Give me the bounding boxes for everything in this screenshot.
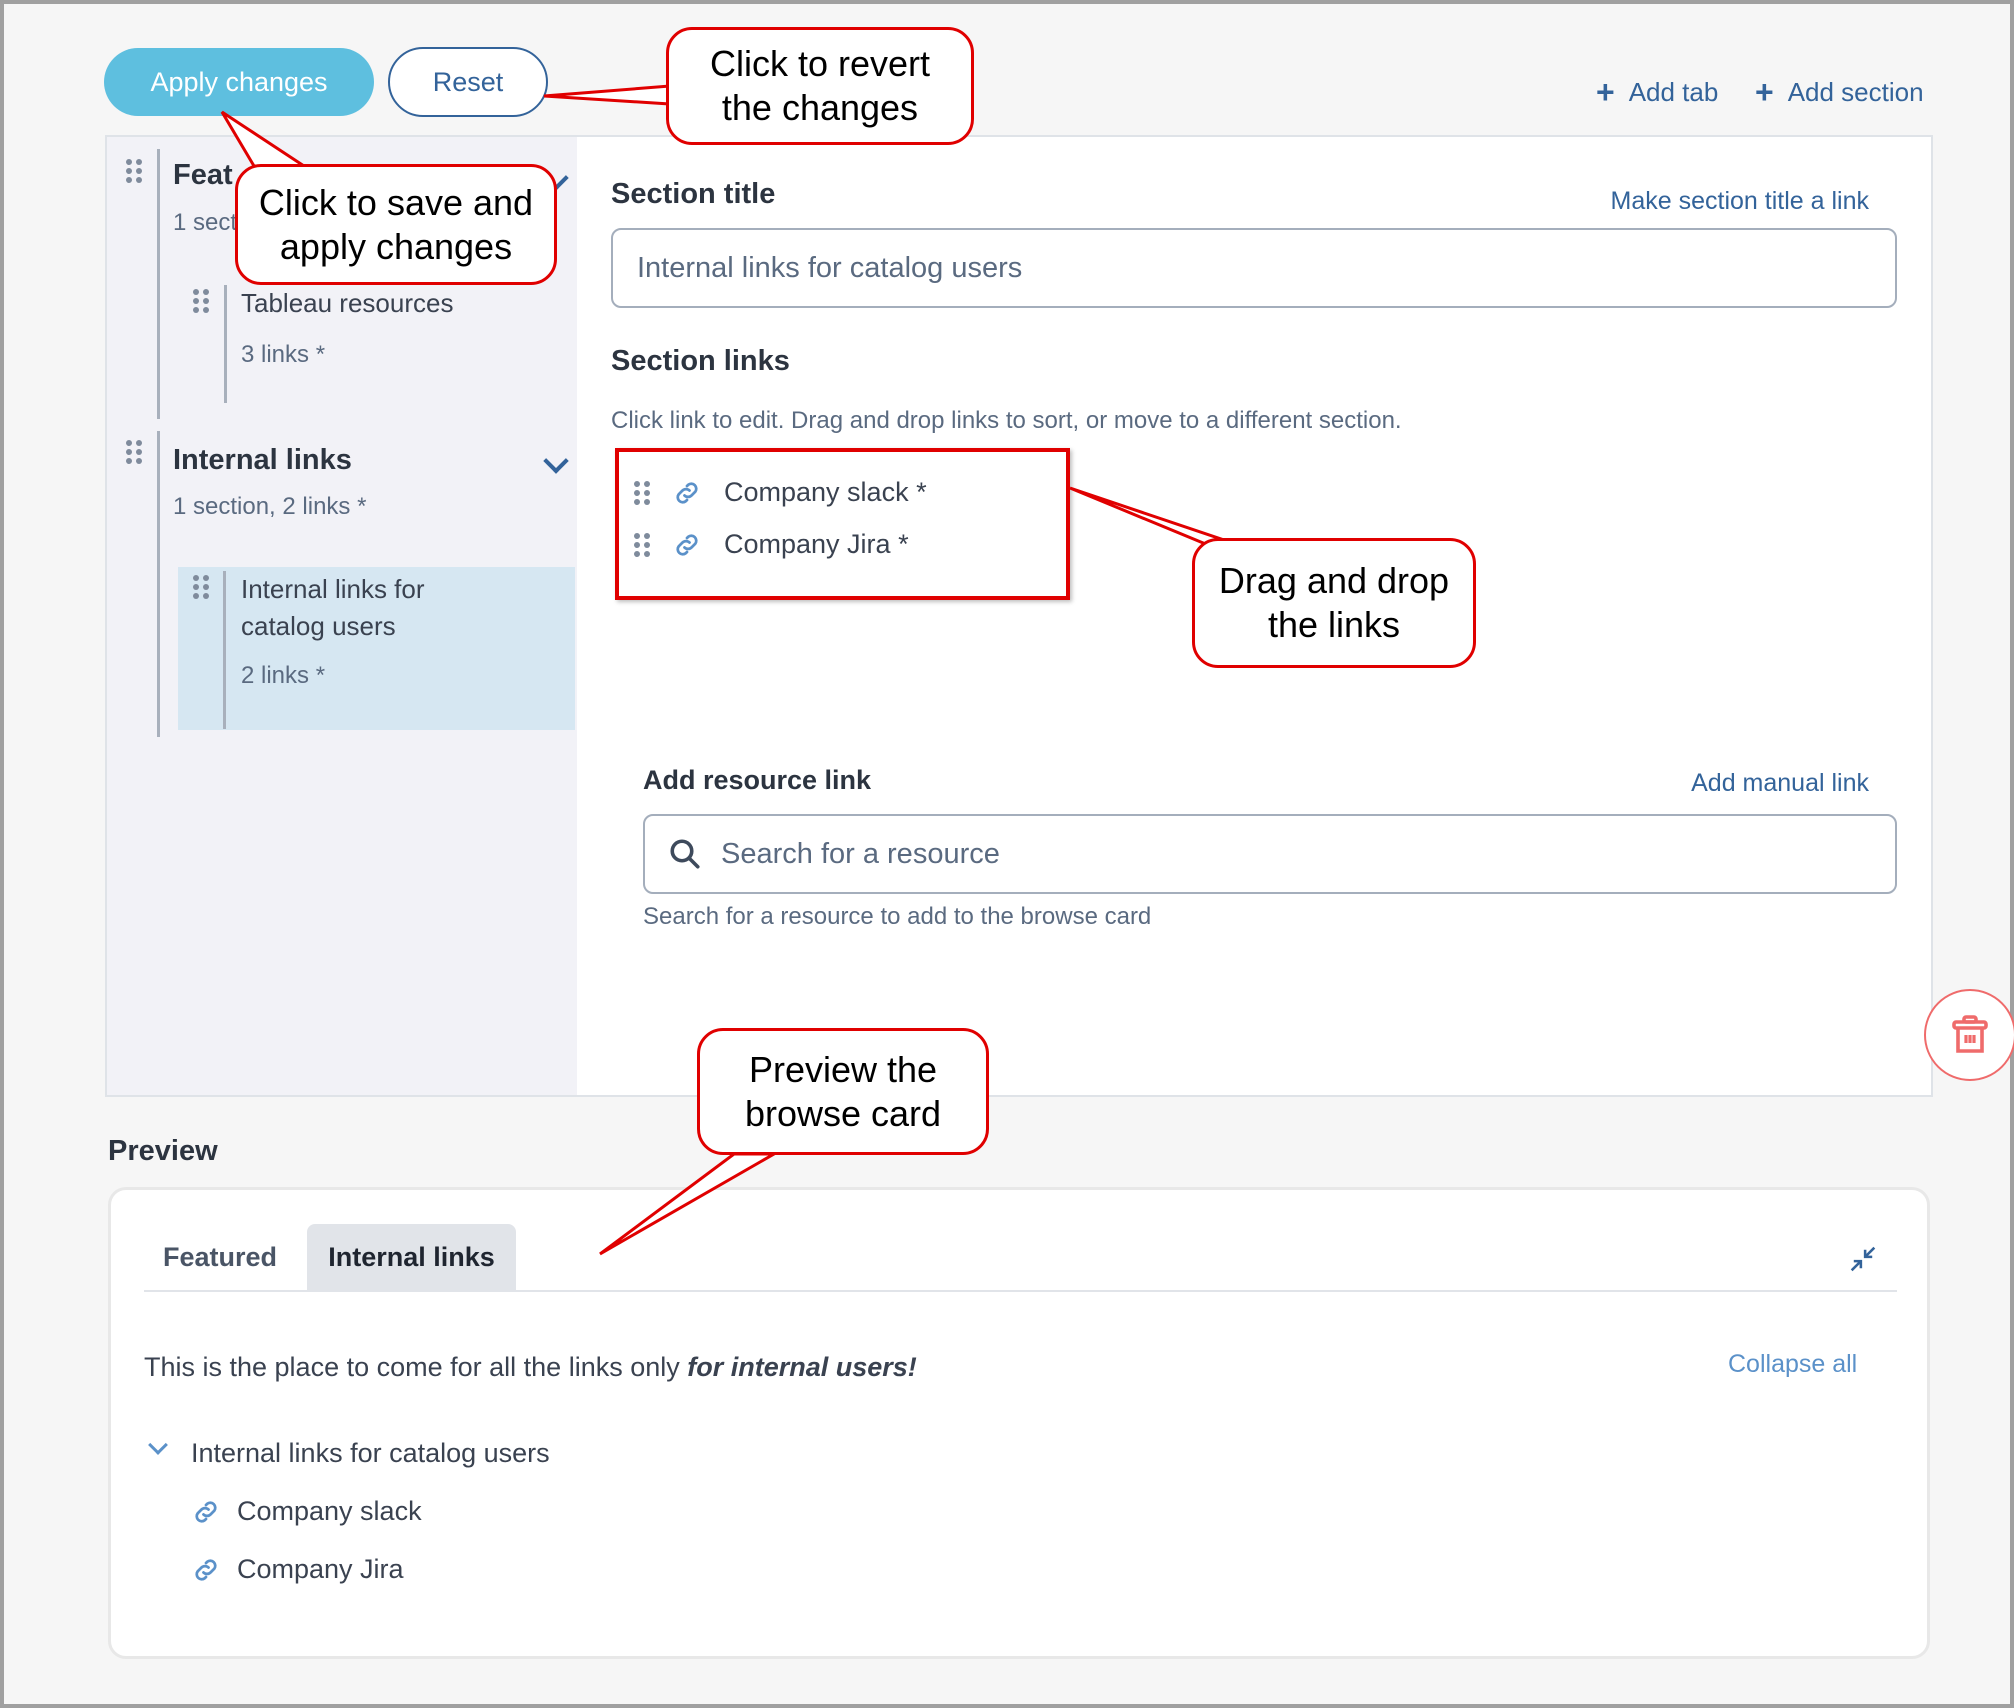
section-divider — [224, 285, 227, 403]
callout-save: Click to save and apply changes — [235, 164, 557, 285]
section-title-value: Internal links for catalog users — [637, 251, 1023, 284]
sidebar-section-title-line1: Internal links for — [241, 574, 425, 604]
preview-tab-internal-links[interactable]: Internal links — [307, 1224, 516, 1290]
link-icon — [195, 1500, 217, 1523]
pointer-revert — [543, 84, 672, 106]
sidebar-tab-summary: 1 section, 2 links * — [173, 493, 367, 520]
apply-changes-button[interactable]: Apply changes — [104, 48, 374, 116]
resource-search-input[interactable]: Search for a resource — [643, 814, 1897, 894]
add-section-button[interactable]: + Add section — [1755, 76, 1924, 108]
tab-divider — [157, 149, 160, 419]
sidebar-section-count: 2 links * — [241, 662, 326, 689]
link-label: Company slack — [237, 1496, 422, 1526]
collapse-preview-icon[interactable] — [1846, 1242, 1880, 1276]
link-label: Company Jira — [237, 1554, 404, 1584]
callout-drag: Drag and drop the links — [1192, 538, 1476, 668]
tab-underline — [144, 1290, 1897, 1292]
search-hint: Search for a resource to add to the brow… — [643, 903, 1152, 930]
sidebar-section-title-line2: catalog users — [241, 611, 396, 641]
search-placeholder: Search for a resource — [721, 837, 1000, 870]
preview-description-text: This is the place to come for all the li… — [144, 1352, 688, 1382]
preview-card: Featured Internal links This is the plac… — [108, 1187, 1930, 1659]
sidebar-section-count: 3 links * — [241, 341, 326, 368]
drag-handle-icon[interactable] — [126, 440, 142, 464]
reset-button[interactable]: Reset — [388, 47, 548, 117]
section-links-hint: Click link to edit. Drag and drop links … — [611, 407, 1402, 434]
section-title-input[interactable]: Internal links for catalog users — [611, 228, 1897, 308]
add-tab-label: Add tab — [1628, 76, 1719, 107]
sidebar-section-selected[interactable]: Internal links for catalog users 2 links… — [178, 567, 575, 730]
links-highlight-box — [615, 448, 1070, 600]
sidebar-section-title[interactable]: Tableau resources — [241, 285, 453, 322]
link-icon — [195, 1558, 217, 1581]
sidebar-tab-title[interactable]: Feat — [173, 159, 233, 192]
add-tab-button[interactable]: + Add tab — [1596, 76, 1718, 108]
sidebar-tab-summary: 1 sect — [173, 209, 238, 236]
preview-description: This is the place to come for all the li… — [144, 1352, 917, 1383]
preview-title: Preview — [108, 1135, 218, 1167]
add-manual-link-button[interactable]: Add manual link — [1691, 769, 1869, 798]
preview-description-emphasis: for internal users! — [687, 1352, 917, 1382]
drag-handle-icon[interactable] — [126, 159, 142, 183]
section-links-label: Section links — [611, 345, 790, 377]
chevron-down-icon[interactable] — [148, 1435, 168, 1455]
drag-handle-icon[interactable] — [193, 575, 209, 599]
section-divider — [223, 571, 226, 729]
chevron-down-icon[interactable] — [543, 448, 569, 474]
collapse-all-button[interactable]: Collapse all — [1728, 1350, 1857, 1379]
preview-link[interactable]: Company slack — [191, 1496, 422, 1527]
add-section-label: Add section — [1787, 76, 1924, 107]
preview-section-title[interactable]: Internal links for catalog users — [191, 1438, 550, 1469]
drag-handle-icon[interactable] — [193, 289, 209, 313]
sidebar-tab-title[interactable]: Internal links — [173, 444, 352, 477]
make-title-link-button[interactable]: Make section title a link — [1611, 187, 1869, 216]
preview-tab-featured[interactable]: Featured — [144, 1224, 296, 1290]
callout-revert: Click to revert the changes — [666, 27, 974, 145]
delete-section-button[interactable] — [1924, 989, 2014, 1081]
add-resource-label: Add resource link — [643, 765, 872, 795]
section-title-label: Section title — [611, 178, 776, 210]
plus-icon: + — [1596, 74, 1615, 110]
callout-preview: Preview the browse card — [697, 1028, 989, 1155]
preview-link[interactable]: Company Jira — [191, 1554, 404, 1585]
tab-divider — [157, 431, 160, 737]
trash-icon — [1952, 1015, 1988, 1053]
search-icon — [670, 839, 700, 869]
plus-icon: + — [1755, 74, 1774, 110]
